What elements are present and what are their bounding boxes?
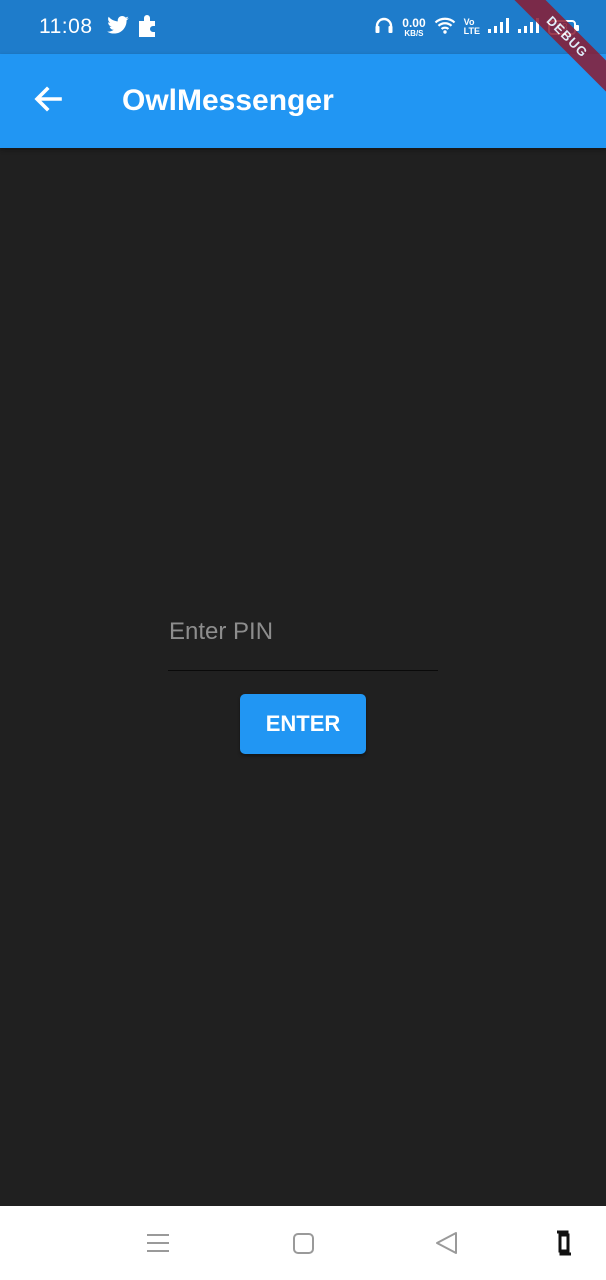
app-bar: OwlMessenger (0, 54, 606, 148)
arrow-left-icon (33, 85, 63, 118)
network-speed-value: 0.00 (402, 15, 426, 30)
puzzle-icon (137, 13, 159, 42)
status-left-icons (106, 13, 159, 42)
back-button[interactable] (0, 54, 96, 148)
pin-input[interactable] (168, 602, 438, 662)
network-speed: 0.00 KB/S (402, 17, 425, 38)
pin-field[interactable] (168, 600, 438, 671)
enter-button[interactable]: ENTER (240, 694, 366, 754)
twitter-icon (106, 15, 129, 39)
status-bar: 11:08 0.00 KB/S Vo LTE 58 (0, 0, 606, 54)
volte-icon: Vo LTE (464, 18, 480, 36)
wifi-icon (434, 16, 456, 39)
headphones-icon (374, 16, 394, 39)
back-triangle-icon[interactable] (435, 1228, 459, 1263)
menu-icon[interactable] (146, 1228, 170, 1263)
app-title: OwlMessenger (122, 84, 334, 117)
volte-bottom: LTE (463, 26, 480, 36)
signal-icon (488, 17, 510, 38)
navigation-bar (0, 1206, 606, 1280)
network-speed-unit: KB/S (404, 28, 424, 38)
rotate-icon[interactable] (552, 1228, 576, 1263)
home-square-icon[interactable] (292, 1228, 316, 1263)
status-time: 11:08 (39, 15, 93, 38)
